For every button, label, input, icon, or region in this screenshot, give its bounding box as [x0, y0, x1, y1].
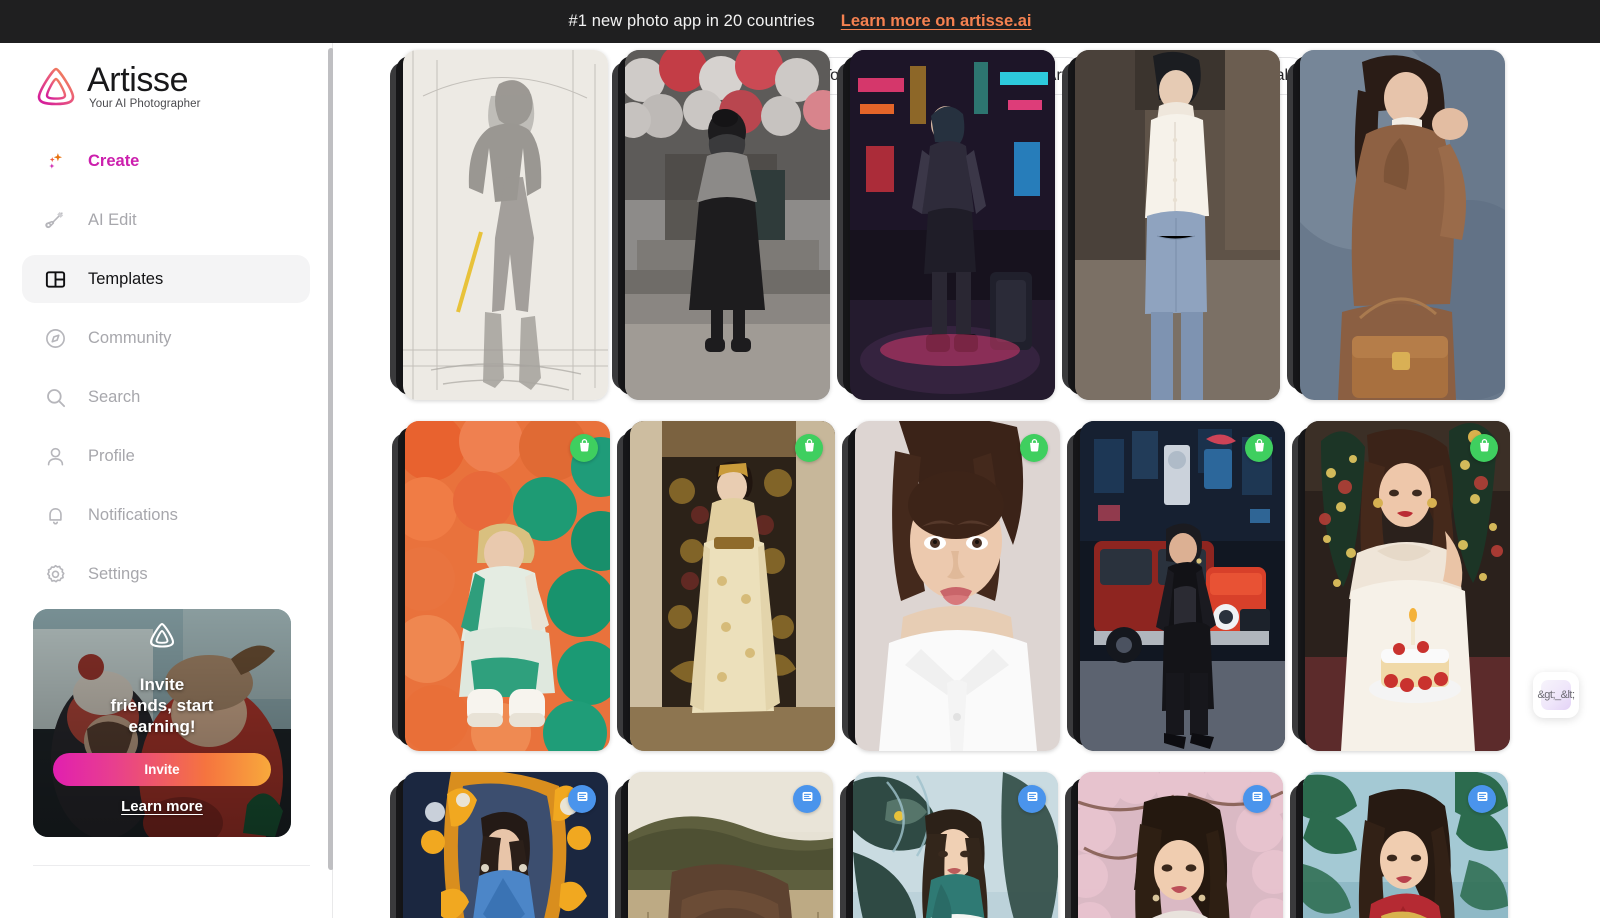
template-card[interactable] [392, 421, 610, 751]
invite-headline-line-2: friends, start [110, 696, 214, 715]
invite-promo-headline: Invite friends, start earning! [111, 674, 214, 737]
sidebar-item-profile[interactable]: Profile [22, 432, 310, 480]
sidebar-item-settings[interactable]: Settings [22, 550, 310, 598]
template-gallery-grid [333, 50, 1600, 918]
sidebar-item-label: Templates [88, 269, 164, 288]
template-card[interactable] [390, 50, 608, 400]
template-thumbnail [625, 50, 830, 400]
sidebar-item-community[interactable]: Community [22, 314, 310, 362]
sidebar-item-templates[interactable]: Templates [22, 255, 310, 303]
template-card[interactable] [842, 421, 1060, 751]
brush-icon [43, 208, 67, 232]
template-card[interactable] [837, 50, 1055, 400]
text-lines-icon [575, 789, 590, 809]
text-lines-icon [1025, 789, 1040, 809]
text-lines-icon [1475, 789, 1490, 809]
template-thumbnail [403, 50, 608, 400]
promo-banner: #1 new photo app in 20 countries Learn m… [0, 0, 1600, 43]
text-lines-icon [1250, 789, 1265, 809]
sidebar-item-label: Settings [88, 564, 148, 583]
gear-icon [43, 562, 67, 586]
main-content: All Serious Touristic Fashion Art Fictio… [333, 43, 1600, 918]
sidebar-item-label: AI Edit [88, 210, 137, 229]
sparkles-icon [43, 149, 67, 173]
template-thumbnail [405, 421, 610, 751]
brand-logo[interactable]: Artisse Your AI Photographer [0, 43, 332, 110]
invite-learn-more-link[interactable]: Learn more [121, 798, 203, 815]
status-badge[interactable] [1470, 434, 1498, 462]
status-badge[interactable] [1018, 785, 1046, 813]
sidebar-item-ai-edit[interactable]: AI Edit [22, 196, 310, 244]
sidebar-item-label: Search [88, 387, 141, 406]
status-badge[interactable] [1245, 434, 1273, 462]
shopping-bag-icon [1027, 438, 1042, 458]
artisse-logo-icon [34, 64, 78, 108]
template-thumbnail [630, 421, 835, 751]
template-card[interactable] [612, 50, 830, 400]
shopping-bag-icon [1252, 438, 1267, 458]
template-thumbnail [850, 50, 1055, 400]
promo-banner-link[interactable]: Learn more on artisse.ai [841, 12, 1032, 31]
sidebar: Artisse Your AI Photographer Create AI E… [0, 43, 333, 918]
status-badge[interactable] [570, 434, 598, 462]
sidebar-item-search[interactable]: Search [22, 373, 310, 421]
artisse-logo-icon [148, 621, 176, 649]
status-badge[interactable] [1243, 785, 1271, 813]
search-icon [43, 385, 67, 409]
brand-tagline: Your AI Photographer [89, 98, 201, 110]
text-lines-icon [800, 789, 815, 809]
status-badge[interactable] [568, 785, 596, 813]
invite-button[interactable]: Invite [53, 753, 271, 786]
status-badge[interactable] [1468, 785, 1496, 813]
sidebar-item-label: Profile [88, 446, 135, 465]
template-card[interactable] [390, 772, 608, 918]
template-card[interactable] [1287, 50, 1505, 400]
template-thumbnail [1305, 421, 1510, 751]
template-thumbnail [855, 421, 1060, 751]
invite-headline-line-1: Invite [139, 675, 185, 694]
template-card[interactable] [615, 772, 833, 918]
status-badge[interactable] [793, 785, 821, 813]
status-badge[interactable] [1020, 434, 1048, 462]
layout-panel-icon [43, 267, 67, 291]
sidebar-nav: Create AI Edit Templates Community Searc… [0, 137, 332, 598]
feedback-widget-button[interactable]: &gt;_&lt; [1533, 672, 1579, 718]
promo-banner-text: #1 new photo app in 20 countries [568, 12, 815, 30]
template-card[interactable] [1067, 421, 1285, 751]
sidebar-item-label: Create [88, 151, 140, 170]
compass-icon [43, 326, 67, 350]
invite-headline-line-3: earning! [128, 717, 196, 736]
template-thumbnail [1080, 421, 1285, 751]
template-thumbnail [1075, 50, 1280, 400]
shopping-bag-icon [1477, 438, 1492, 458]
sidebar-item-create[interactable]: Create [22, 137, 310, 185]
template-card[interactable] [617, 421, 835, 751]
bell-icon [43, 503, 67, 527]
template-card[interactable] [1065, 772, 1283, 918]
brand-name: Artisse [87, 61, 189, 99]
kawaii-face-icon: &gt;_&lt; [1537, 680, 1575, 710]
template-card[interactable] [1290, 772, 1508, 918]
status-badge[interactable] [795, 434, 823, 462]
template-card[interactable] [1292, 421, 1510, 751]
template-thumbnail [1300, 50, 1505, 400]
sidebar-item-notifications[interactable]: Notifications [22, 491, 310, 539]
sidebar-item-label: Notifications [88, 505, 178, 524]
shopping-bag-icon [577, 438, 592, 458]
user-icon [43, 444, 67, 468]
template-card[interactable] [1062, 50, 1280, 400]
sidebar-divider [33, 865, 310, 866]
sidebar-item-label: Community [88, 328, 172, 347]
template-card[interactable] [840, 772, 1058, 918]
shopping-bag-icon [802, 438, 817, 458]
invite-promo-card[interactable]: Invite friends, start earning! Invite Le… [33, 609, 291, 837]
